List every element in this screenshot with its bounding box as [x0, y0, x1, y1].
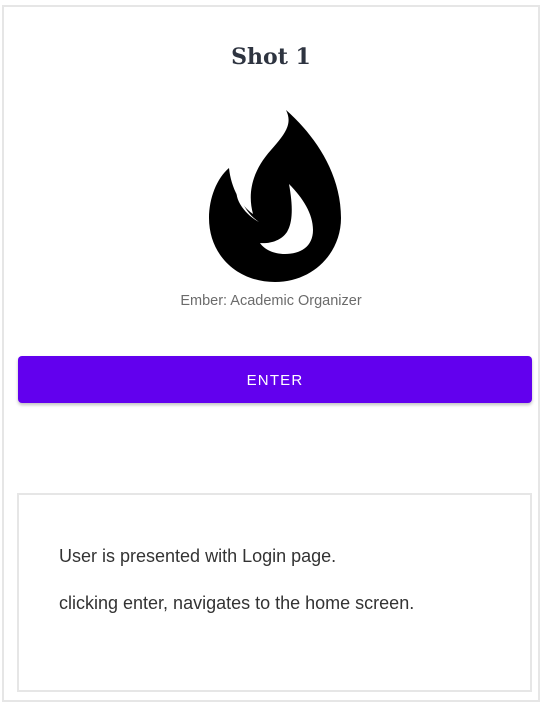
description-line: User is presented with Login page.	[59, 546, 337, 566]
enter-button[interactable]: ENTER	[18, 356, 532, 403]
description-box: User is presented with Login page. click…	[17, 493, 532, 692]
flame-icon	[209, 110, 342, 282]
shot-title: Shot 1	[231, 44, 311, 70]
shot-card: Shot 1 Ember: Academic Organizer ENTER U…	[2, 5, 540, 702]
app-name: Ember: Academic Organizer	[180, 293, 362, 309]
description-line: clicking enter, navigates to the home sc…	[59, 593, 415, 613]
